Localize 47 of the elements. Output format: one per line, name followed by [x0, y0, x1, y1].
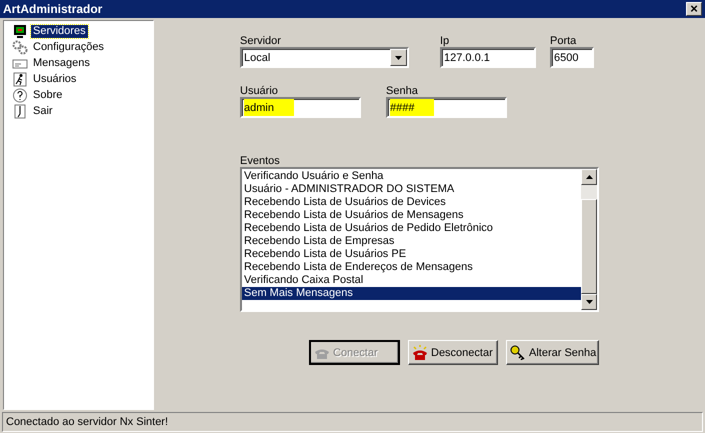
close-button[interactable]: ×	[686, 2, 702, 16]
tree-item[interactable]: Servidores	[31, 24, 88, 38]
question-icon	[12, 88, 28, 103]
tree-item[interactable]: Mensagens	[31, 56, 92, 70]
dropdown-arrow-button[interactable]	[390, 49, 407, 66]
field-label: Usuário	[240, 84, 279, 98]
list-item[interactable]: Recebendo Lista de Empresas	[242, 235, 581, 248]
list-item[interactable]: Recebendo Lista de Usuários de Mensagens	[242, 209, 581, 222]
input-field[interactable]: 6500	[550, 47, 594, 68]
tree-item[interactable]: Sair	[31, 104, 55, 118]
down-arrow-icon	[586, 300, 592, 304]
list-item[interactable]: Verificando Usuário e Senha	[242, 170, 581, 184]
field-label: Ip	[440, 34, 450, 48]
gears-icon	[12, 40, 28, 55]
list-item[interactable]: Usuário - ADMINISTRADOR DO SISTEMA	[242, 183, 581, 196]
list-item[interactable]: Recebendo Lista de Usuários de Devices	[242, 196, 581, 210]
walking-person-icon	[12, 72, 28, 87]
scrollbar[interactable]	[581, 169, 597, 310]
key-icon	[510, 345, 526, 360]
list-label: Eventos	[240, 154, 281, 168]
status-bar: Conectado ao servidor Nx Sinter!	[2, 412, 703, 432]
ringing-phone-icon	[412, 345, 428, 360]
tree-item[interactable]: Usuários	[31, 72, 78, 86]
list-item[interactable]: Recebendo Lista de Endereços de Mensagens	[242, 261, 581, 274]
scroll-down-button[interactable]	[581, 294, 597, 310]
window-title: ArtAdministrador	[3, 1, 102, 18]
door-icon	[12, 104, 28, 119]
monitor-icon	[12, 24, 28, 39]
up-arrow-icon	[586, 175, 592, 180]
input-field[interactable]: admin	[240, 97, 361, 118]
input-field[interactable]: ####	[386, 97, 507, 118]
field-label: Servidor	[240, 34, 282, 48]
tree-item[interactable]: Sobre	[31, 88, 64, 102]
list-item[interactable]: Recebendo Lista de Usuários PE	[242, 248, 581, 262]
action-button[interactable]: Alterar Senha	[506, 340, 599, 366]
list-item[interactable]: Sem Mais Mensagens	[242, 287, 581, 300]
scroll-up-button[interactable]	[581, 169, 597, 186]
action-button[interactable]: Desconectar	[408, 340, 498, 366]
caret-icon	[395, 56, 402, 60]
server-dropdown[interactable]: Local	[240, 47, 409, 68]
list-item[interactable]: Recebendo Lista de Usuários de Pedido Eletrônico	[242, 222, 581, 236]
scroll-thumb[interactable]	[581, 199, 597, 294]
field-label: Senha	[386, 84, 419, 98]
field-label: Porta	[550, 34, 578, 48]
input-field[interactable]: 127.0.0.1	[440, 47, 536, 68]
list-item[interactable]: Verificando Caixa Postal	[242, 274, 581, 288]
tree-item[interactable]: Configurações	[31, 40, 106, 54]
